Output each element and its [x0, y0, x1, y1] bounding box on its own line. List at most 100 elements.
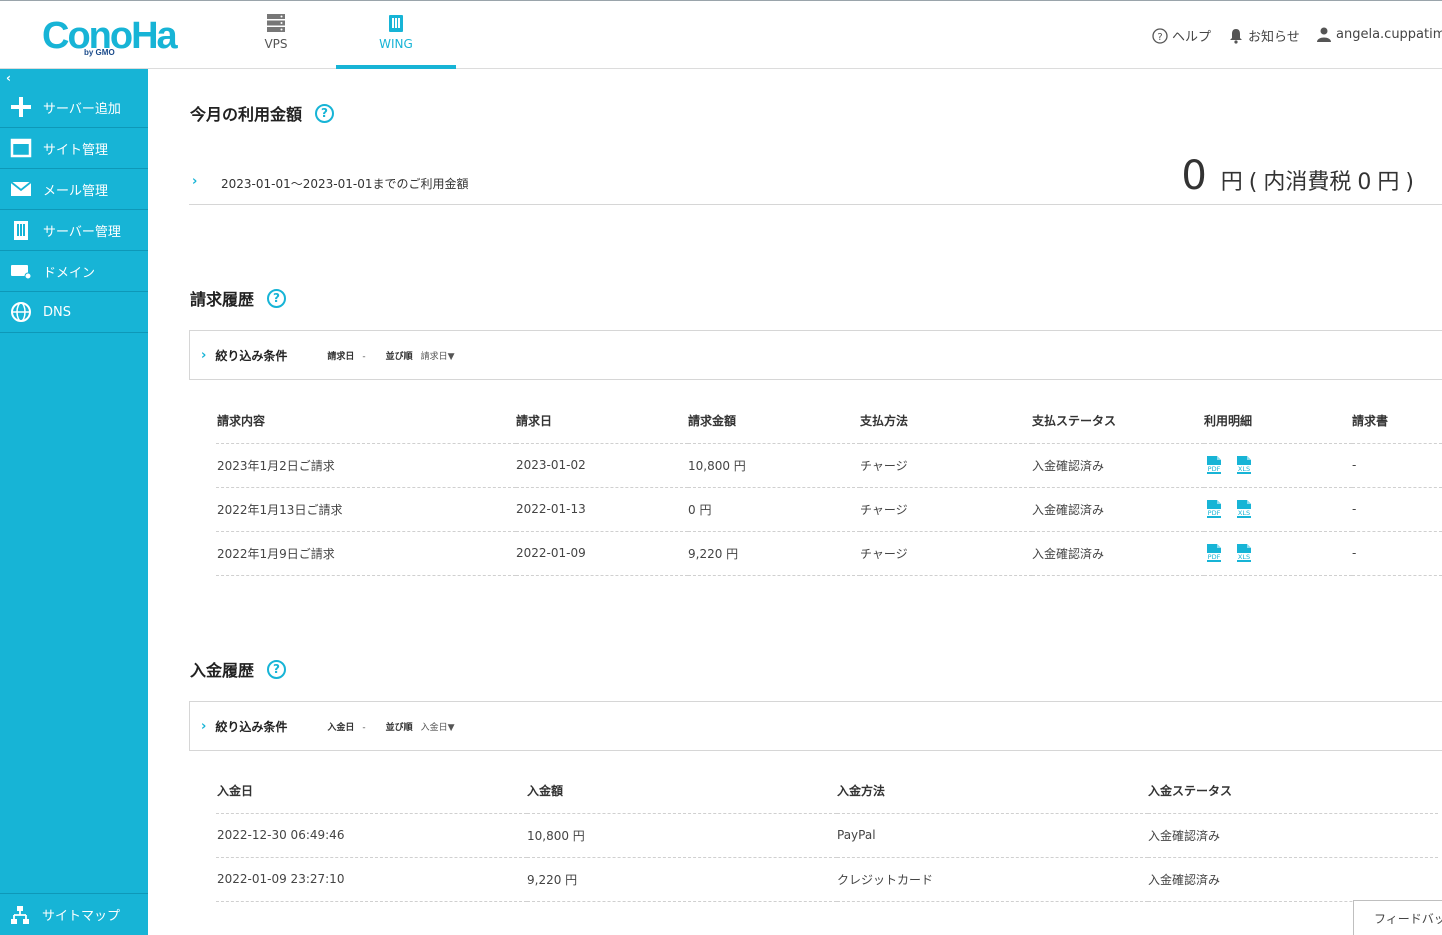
svg-text:PDF: PDF: [1208, 553, 1221, 561]
billing-table: 請求内容 請求日 請求金額 支払方法 支払ステータス 利用明細 請求書 2023…: [216, 399, 1442, 576]
payment-filter-sort-value: 入金日▼: [420, 722, 455, 733]
globe-icon: [11, 302, 31, 322]
user-name: angela.cuppatimes: [1336, 26, 1442, 42]
billing-filter-sort-label: 並び順: [385, 351, 413, 362]
payment-status: 入金確認済み: [1148, 857, 1438, 902]
column-header: 利用明細: [1204, 399, 1352, 444]
help-icon: ?: [1152, 27, 1168, 44]
usage-help-icon[interactable]: ?: [315, 103, 335, 123]
billing-status: 入金確認済み: [1032, 487, 1204, 532]
billing-status: 入金確認済み: [1032, 443, 1204, 488]
billing-amount: 9,220 円: [688, 531, 860, 576]
sitemap-label: サイトマップ: [42, 909, 121, 924]
payment-filter-bar[interactable]: › 絞り込み条件 入金日 - 並び順 入金日▼: [189, 701, 1442, 751]
column-header: 入金日: [216, 769, 527, 814]
column-header: 入金額: [527, 769, 837, 814]
window-icon: [10, 138, 32, 158]
tab-wing[interactable]: WING: [336, 1, 456, 69]
payment-filter-date-label: 入金日: [327, 722, 355, 733]
help-link[interactable]: ? ヘルプ: [1152, 26, 1211, 45]
payment-amount: 10,800 円: [527, 813, 837, 858]
xls-icon[interactable]: XLS: [1234, 455, 1254, 475]
billing-date: 2022-01-13: [516, 487, 688, 532]
sidebar-item-server-management[interactable]: サーバー管理: [0, 210, 148, 251]
payment-table-header: 入金日 入金額 入金方法 入金ステータス: [216, 769, 1438, 814]
billing-detail-links: PDF XLS: [1204, 443, 1352, 488]
usage-section-title: 今月の利用金額 ?: [190, 101, 335, 125]
billing-title-text: 請求履歴: [190, 290, 255, 309]
billing-filter-title: 絞り込み条件: [215, 348, 288, 363]
xls-icon[interactable]: XLS: [1234, 543, 1254, 563]
billing-content: 2022年1月13日ご請求: [216, 487, 516, 532]
billing-filter-sort[interactable]: 並び順 請求日▼: [386, 349, 455, 362]
payment-filter-sort[interactable]: 並び順 入金日▼: [386, 720, 455, 733]
top-header: ConoHa by GMO VPS WING ? ヘルプ お知らせ angela…: [0, 0, 1442, 69]
billing-filter-bar[interactable]: › 絞り込み条件 請求日 - 並び順 請求日▼: [189, 330, 1442, 380]
usage-tax-label: 内消費税: [1263, 170, 1352, 195]
payment-method: クレジットカード: [837, 857, 1148, 902]
billing-amount: 0 円: [688, 487, 860, 532]
svg-text:PDF: PDF: [1208, 509, 1221, 517]
billing-filter-date-label: 請求日: [327, 351, 355, 362]
usage-period-label: 2023-01-01～2023-01-01までのご利用金額: [221, 177, 469, 191]
sidebar-item-domain[interactable]: ドメイン: [0, 251, 148, 292]
sidebar: ‹ サーバー追加 サイト管理 メール管理 サーバー管理 ドメイン DNS サイト…: [0, 69, 148, 935]
tab-wing-label: WING: [379, 37, 413, 51]
billing-filter-sort-value: 請求日▼: [420, 351, 455, 362]
payment-table: 入金日 入金額 入金方法 入金ステータス 2022-12-30 06:49:46…: [216, 769, 1438, 902]
server-icon: [267, 14, 285, 32]
payment-filter-sort-label: 並び順: [385, 722, 413, 733]
chevron-right-icon: ›: [201, 718, 207, 734]
help-label: ヘルプ: [1172, 30, 1212, 45]
billing-content: 2022年1月9日ご請求: [216, 531, 516, 576]
sidebar-item-label: ドメイン: [43, 265, 96, 281]
billing-invoice: -: [1352, 531, 1442, 576]
sidebar-item-add-server[interactable]: サーバー追加: [0, 87, 148, 128]
column-header: 支払方法: [860, 399, 1032, 444]
payment-section-title: 入金履歴 ?: [190, 657, 287, 681]
billing-help-icon[interactable]: ?: [267, 288, 287, 308]
usage-tax-yen: 円: [1377, 170, 1400, 195]
column-header: 入金方法: [837, 769, 1148, 814]
pdf-icon[interactable]: PDF: [1204, 499, 1224, 519]
payment-method: PayPal: [837, 813, 1148, 858]
conoha-logo[interactable]: ConoHa by GMO: [42, 15, 178, 59]
usage-summary-row[interactable]: › 2023-01-01～2023-01-01までのご利用金額 0 円 ( 内消…: [189, 147, 1442, 205]
server-building-icon: [14, 221, 28, 240]
column-header: 入金ステータス: [1148, 769, 1438, 814]
bell-icon: [1230, 28, 1242, 44]
pdf-icon[interactable]: PDF: [1204, 543, 1224, 563]
sidebar-item-label: メール管理: [43, 183, 109, 199]
billing-filter-date-value: -: [362, 351, 366, 362]
sidebar-sitemap-link[interactable]: サイトマップ: [0, 893, 148, 935]
payment-help-icon[interactable]: ?: [267, 659, 287, 679]
payment-title-text: 入金履歴: [190, 661, 255, 680]
tab-vps[interactable]: VPS: [216, 1, 336, 69]
sidebar-item-mail-management[interactable]: メール管理: [0, 169, 148, 210]
usage-total: 0: [1181, 153, 1207, 199]
sidebar-collapse-button[interactable]: ‹: [0, 69, 148, 87]
sidebar-item-site-management[interactable]: サイト管理: [0, 128, 148, 169]
xls-icon[interactable]: XLS: [1234, 499, 1254, 519]
user-menu[interactable]: angela.cuppatimes: [1316, 26, 1442, 42]
payment-filter-date-value: -: [362, 722, 366, 733]
svg-text:XLS: XLS: [1238, 465, 1250, 473]
svg-text:XLS: XLS: [1238, 553, 1250, 561]
usage-amount: 0 円 ( 内消費税 0 円 ): [1181, 153, 1420, 199]
pdf-icon[interactable]: PDF: [1204, 455, 1224, 475]
usage-yen: 円: [1220, 170, 1243, 195]
billing-method: チャージ: [860, 531, 1032, 576]
billing-status: 入金確認済み: [1032, 531, 1204, 576]
notice-link[interactable]: お知らせ: [1228, 26, 1300, 45]
payment-date: 2022-12-30 06:49:46: [216, 813, 527, 858]
feedback-button[interactable]: フィードバック: [1353, 900, 1442, 935]
payment-amount: 9,220 円: [527, 857, 837, 902]
usage-close-paren: ): [1405, 170, 1414, 195]
table-row: 2022-01-09 23:27:10 9,220 円クレジットカード 入金確認済み: [216, 857, 1438, 902]
billing-detail-links: PDF XLS: [1204, 531, 1352, 576]
domain-icon: [11, 265, 32, 280]
sidebar-item-dns[interactable]: DNS: [0, 292, 148, 333]
column-header: 請求書: [1352, 399, 1442, 444]
plus-icon: [11, 97, 31, 117]
column-header: 請求内容: [216, 399, 516, 444]
